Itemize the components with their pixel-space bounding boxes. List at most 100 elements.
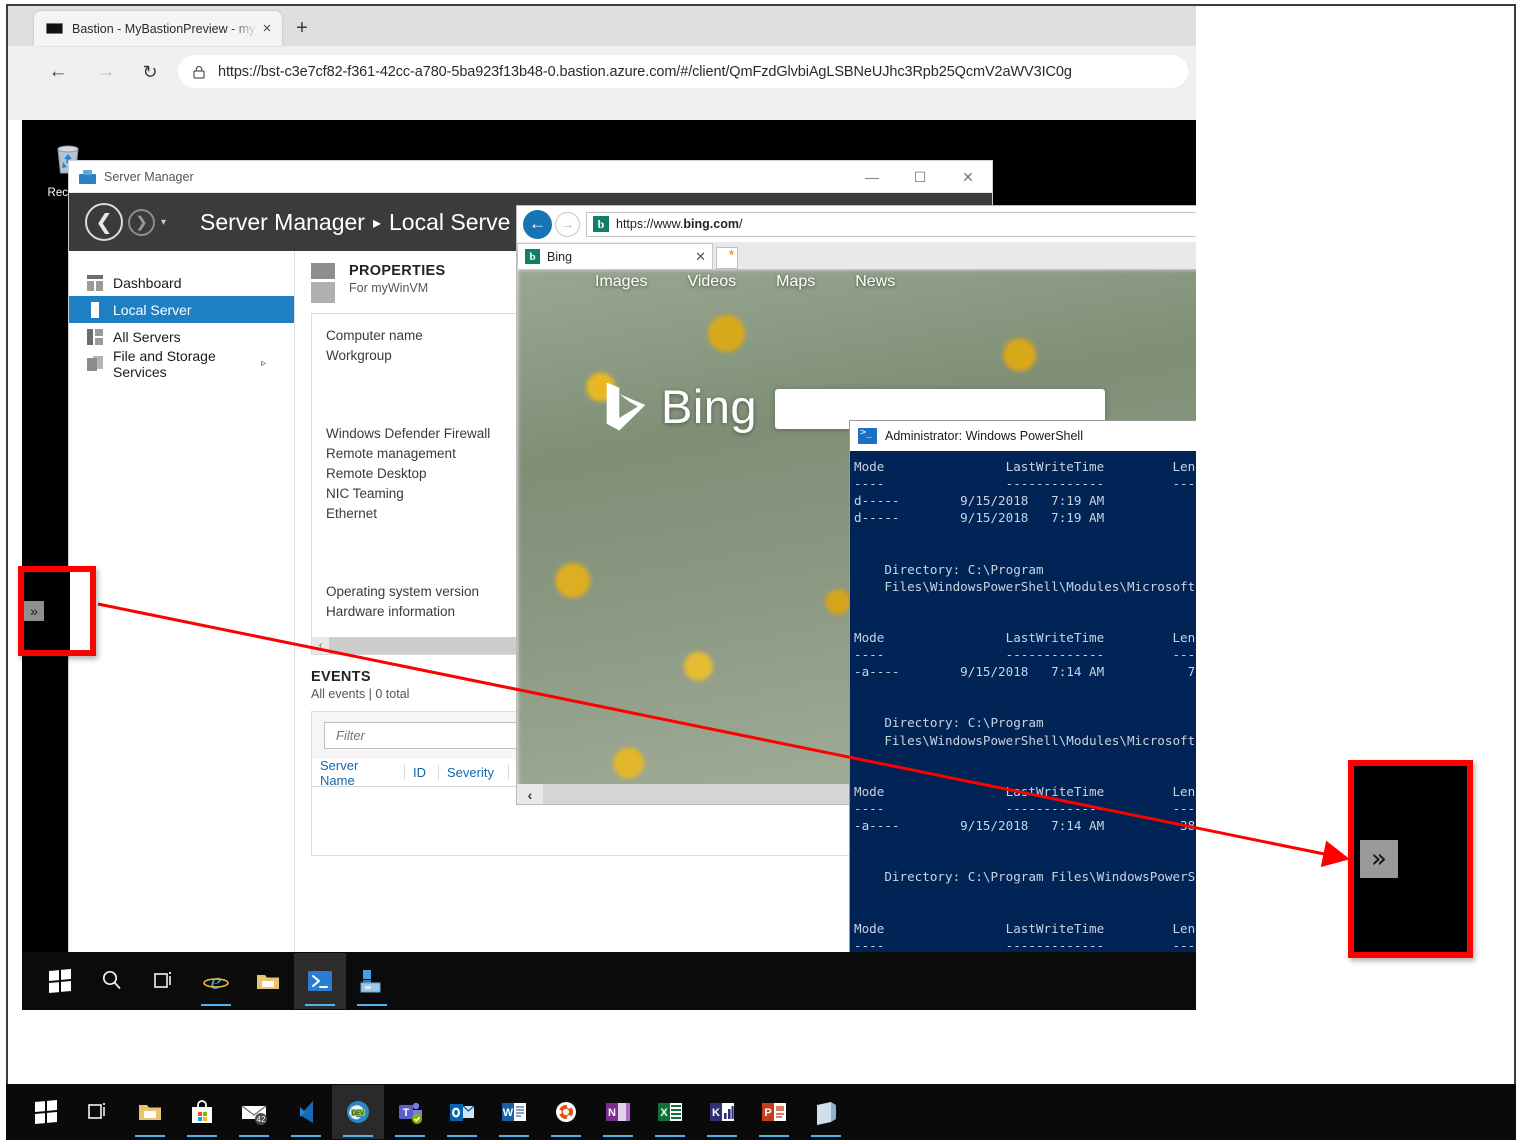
excel-button[interactable]: X — [644, 1085, 696, 1139]
forward-button[interactable]: → — [90, 56, 122, 88]
outlook-icon — [450, 1104, 475, 1121]
powershell-window-title: Administrator: Windows PowerShell — [885, 429, 1083, 443]
console-icon — [46, 23, 63, 34]
ubuntu-button[interactable] — [540, 1085, 592, 1139]
column-header-id[interactable]: ID — [404, 765, 438, 780]
vm-internet-explorer-button[interactable]: e — [190, 953, 242, 1009]
word-button[interactable]: W — [488, 1085, 540, 1139]
maximize-button[interactable]: ☐ — [896, 161, 944, 193]
properties-subtitle: For myWinVM — [349, 281, 429, 295]
back-button[interactable]: ← — [523, 209, 552, 239]
close-icon[interactable]: × — [258, 21, 276, 36]
sidebar-item-dashboard[interactable]: Dashboard — [69, 269, 294, 296]
microsoft-edge-button[interactable]: DEV — [332, 1085, 384, 1139]
sidebar-item-file-and-storage-services[interactable]: File and Storage Services ▹ — [69, 347, 294, 380]
svg-text:N: N — [608, 1107, 616, 1119]
microsoft-teams-icon: T — [399, 1102, 422, 1124]
onenote-button[interactable]: N — [592, 1085, 644, 1139]
forward-button[interactable]: → — [555, 211, 580, 237]
bing-nav-videos[interactable]: Videos — [687, 273, 736, 291]
visual-studio-code-icon — [300, 1101, 313, 1123]
reload-button[interactable]: ↻ — [134, 56, 166, 88]
file-explorer-icon — [257, 975, 279, 989]
power-bi-button[interactable]: K — [696, 1085, 748, 1139]
column-header-server-name[interactable]: Server Name — [312, 758, 404, 788]
chevron-down-icon[interactable]: ▾ — [161, 217, 166, 228]
url-suffix: / — [738, 217, 743, 231]
ie-tabstrip: b Bing ✕ — [517, 242, 1196, 269]
mail-icon: 42 — [241, 1105, 267, 1125]
sidebar-item-all-servers[interactable]: All Servers — [69, 323, 294, 350]
file-explorer-icon — [139, 1105, 161, 1120]
column-header-severity[interactable]: Severity — [438, 765, 508, 780]
vm-server-manager-button[interactable] — [346, 953, 398, 1009]
address-bar[interactable]: b https://www.bing.com/ ▾ — [586, 211, 1196, 237]
ribbon-back-icon[interactable]: ❮ — [85, 203, 123, 241]
back-button[interactable]: ← — [42, 56, 74, 88]
file-explorer-button[interactable] — [124, 1085, 176, 1139]
microsoft-teams-button[interactable]: T — [384, 1085, 436, 1139]
annotation-highlight-target — [1348, 760, 1473, 958]
microsoft-store-button[interactable] — [176, 1085, 228, 1139]
powershell-titlebar[interactable]: Administrator: Windows PowerShell — [850, 421, 1196, 451]
task-view-icon — [154, 971, 172, 988]
breadcrumb: Server Manager ▸ Local Serve — [200, 209, 510, 236]
powershell-console-output[interactable]: Mode LastWriteTime Lengt ---- ----------… — [850, 451, 1196, 984]
bing-nav-news[interactable]: News — [855, 273, 895, 291]
scroll-left-icon[interactable]: ‹ — [312, 637, 329, 654]
microsoft-store-icon — [192, 1100, 212, 1123]
search-icon — [102, 970, 121, 990]
powershell-icon — [858, 427, 877, 444]
ie-tab-bing[interactable]: b Bing ✕ — [517, 243, 713, 269]
vm-powershell-button[interactable] — [294, 953, 346, 1009]
svg-text:X: X — [660, 1107, 668, 1119]
sidebar-item-local-server[interactable]: Local Server — [69, 296, 294, 323]
screenshot-root: Bastion - MyBastionPreview - my × + ← → … — [0, 0, 1526, 1144]
powerpoint-button[interactable]: P — [748, 1085, 800, 1139]
bing-nav-maps[interactable]: Maps — [776, 273, 815, 291]
property-key: NIC Teaming — [326, 486, 404, 501]
outlook-button[interactable] — [436, 1085, 488, 1139]
powershell-window[interactable]: Administrator: Windows PowerShell Mode L… — [849, 420, 1196, 985]
sticky-notes-button[interactable] — [800, 1085, 852, 1139]
browser-tab[interactable]: Bastion - MyBastionPreview - my × — [34, 11, 282, 46]
sidebar-item-label: All Servers — [113, 328, 181, 345]
task-view-button[interactable] — [72, 1085, 124, 1139]
scroll-left-icon[interactable]: ‹ — [517, 784, 543, 804]
microsoft-edge-icon: DEV — [347, 1101, 369, 1123]
svg-text:T: T — [403, 1107, 410, 1119]
start-button[interactable] — [20, 1085, 72, 1139]
sidebar-item-label: File and Storage Services — [113, 347, 216, 380]
bing-b-logo-icon — [606, 382, 646, 431]
vm-file-explorer-button[interactable] — [242, 953, 294, 1009]
windows-start-icon — [49, 969, 71, 993]
breadcrumb-root[interactable]: Server Manager — [200, 209, 365, 235]
mail-button[interactable]: 42 — [228, 1085, 280, 1139]
address-bar[interactable]: https://bst-c3e7cf82-f361-42cc-a780-5ba9… — [178, 55, 1188, 88]
browser-chrome: Bastion - MyBastionPreview - my × + ← → … — [8, 6, 1196, 120]
powershell-icon — [308, 971, 332, 991]
ribbon-forward-icon[interactable]: ❯ — [128, 208, 155, 236]
bing-nav-images[interactable]: Images — [595, 273, 647, 291]
property-key: Operating system version — [326, 584, 480, 599]
search-input[interactable] — [334, 727, 528, 744]
visual-studio-code-button[interactable] — [280, 1085, 332, 1139]
vm-task-view-button[interactable] — [138, 953, 190, 1009]
server-manager-titlebar[interactable]: Server Manager — ☐ ✕ — [69, 161, 992, 193]
word-icon: W — [502, 1103, 526, 1121]
ie-navigation-bar: ← → b https://www.bing.com/ ▾ — [517, 206, 1196, 242]
new-tab-icon[interactable] — [716, 247, 738, 269]
sidebar-item-label: Local Server — [113, 301, 192, 318]
svg-text:42: 42 — [257, 1115, 266, 1124]
new-tab-button[interactable]: + — [290, 16, 314, 40]
close-icon[interactable]: ✕ — [695, 249, 706, 265]
bing-favicon-icon: b — [593, 216, 609, 232]
breadcrumb-separator-icon: ▸ — [372, 214, 381, 232]
remote-desktop-canvas[interactable]: Recycle Server Manager — ☐ ✕ ❮ ❯ ▾ Serve… — [22, 120, 1196, 1010]
property-key: Computer name — [326, 328, 423, 343]
minimize-button[interactable]: — — [848, 161, 896, 193]
close-button[interactable]: ✕ — [944, 161, 992, 193]
vm-search-button[interactable] — [86, 953, 138, 1009]
server-manager-sidebar: Dashboard Local Server All Servers File … — [69, 251, 295, 984]
vm-start-button[interactable] — [34, 953, 86, 1009]
